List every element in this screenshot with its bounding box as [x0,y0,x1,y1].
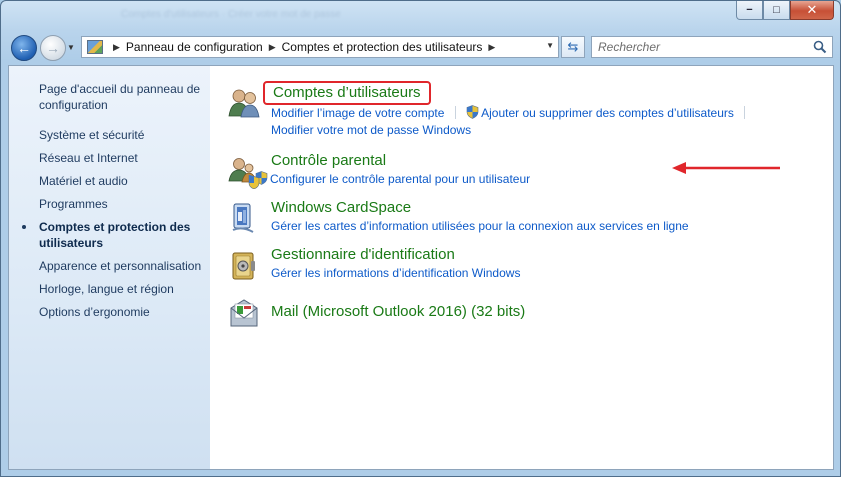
breadcrumb-separator-icon[interactable]: ▶ [269,42,276,53]
sidebar: Page d'accueil du panneau de configurati… [9,66,210,469]
manage-windows-credentials-link[interactable]: Gérer les informations d’identification … [271,266,520,280]
cardspace-icon[interactable] [227,202,261,236]
back-button[interactable]: ← [11,35,37,61]
forward-button[interactable]: → [40,35,66,61]
link-divider [454,106,456,119]
credential-manager-title-link[interactable]: Gestionnaire d'identification [271,245,455,265]
manage-information-cards-link[interactable]: Gérer les cartes d’information utilisées… [271,219,689,233]
user-accounts-icon[interactable] [227,86,261,120]
sidebar-item-user-accounts: Comptes et protection des utilisateurs [22,219,210,251]
address-dropdown-icon[interactable]: ▼ [546,41,554,50]
category-credential-manager: Gestionnaire d'identification Gérer les … [227,245,833,282]
parental-control-title-link[interactable]: Contrôle parental [271,151,386,171]
control-panel-window: Comptes d'utilisateurs · Créer votre mot… [0,0,841,477]
minimize-button[interactable]: − [736,1,763,20]
breadcrumb-user-accounts[interactable]: Comptes et protection des utilisateurs [282,40,483,54]
breadcrumb-control-panel[interactable]: Panneau de configuration [126,40,263,54]
configure-parental-control-link[interactable]: Configurer le contrôle parental pour un … [270,172,530,186]
user-accounts-links: Modifier l’image de votre compte Ajouter… [271,105,833,139]
sidebar-item-ease-of-access[interactable]: Options d’ergonomie [39,304,210,320]
credential-manager-links: Gérer les informations d’identification … [271,265,833,282]
sidebar-item-hardware-sound[interactable]: Matériel et audio [39,173,210,189]
address-bar[interactable]: ▶ Panneau de configuration ▶ Comptes et … [81,36,559,58]
search-box[interactable] [591,36,833,58]
cardspace-title-link[interactable]: Windows CardSpace [271,198,411,218]
sidebar-item-clock-region[interactable]: Horloge, langue et région [39,281,210,297]
mail-icon[interactable] [227,296,261,330]
category-mail: Mail (Microsoft Outlook 2016) (32 bits) [227,292,833,327]
change-windows-password-link[interactable]: Modifier votre mot de passe Windows [271,123,471,137]
parental-control-icon[interactable] [227,155,261,189]
sidebar-item-system-security[interactable]: Système et sécurité [39,127,210,143]
sidebar-item-programs[interactable]: Programmes [39,196,210,212]
arrow-right-icon: → [46,40,60,56]
sidebar-item-network[interactable]: Réseau et Internet [39,150,210,166]
add-remove-accounts-link[interactable]: Ajouter ou supprimer des comptes d’utili… [481,106,734,120]
category-list: Comptes d’utilisateurs Modifier l’image … [227,81,833,332]
breadcrumb-separator-icon[interactable]: ▶ [113,42,120,53]
cardspace-links: Gérer les cartes d’information utilisées… [271,218,833,235]
category-user-accounts: Comptes d’utilisateurs Modifier l’image … [227,81,833,139]
caption-buttons: − □ ✕ [736,1,834,20]
breadcrumb-separator-icon[interactable]: ▶ [488,42,495,53]
refresh-icon: ⇆ [567,39,579,54]
user-accounts-title-link[interactable]: Comptes d’utilisateurs [263,81,431,105]
sidebar-item-home[interactable]: Page d'accueil du panneau de configurati… [39,81,210,113]
chevron-down-icon: ▼ [67,43,75,52]
credential-manager-icon[interactable] [227,249,261,283]
sidebar-item-appearance[interactable]: Apparence et personnalisation [39,258,210,274]
search-icon[interactable] [813,40,827,54]
content-area: Page d'accueil du panneau de configurati… [8,65,834,470]
maximize-button[interactable]: □ [763,1,790,20]
window-title: Comptes d'utilisateurs · Créer votre mot… [121,9,341,20]
control-panel-icon [87,40,103,54]
mail-title-link[interactable]: Mail (Microsoft Outlook 2016) (32 bits) [271,302,525,322]
link-divider [744,106,746,119]
search-input[interactable] [592,40,802,54]
refresh-button[interactable]: ⇆ [561,36,585,58]
annotation-arrow-icon [672,162,780,174]
recent-pages-dropdown[interactable]: ▼ [67,43,77,53]
change-account-picture-link[interactable]: Modifier l’image de votre compte [271,106,444,120]
arrow-left-icon: ← [17,40,31,56]
uac-shield-icon [466,105,479,119]
category-cardspace: Windows CardSpace Gérer les cartes d’inf… [227,198,833,235]
title-bar[interactable]: Comptes d'utilisateurs · Créer votre mot… [1,1,840,29]
close-button[interactable]: ✕ [790,1,834,20]
